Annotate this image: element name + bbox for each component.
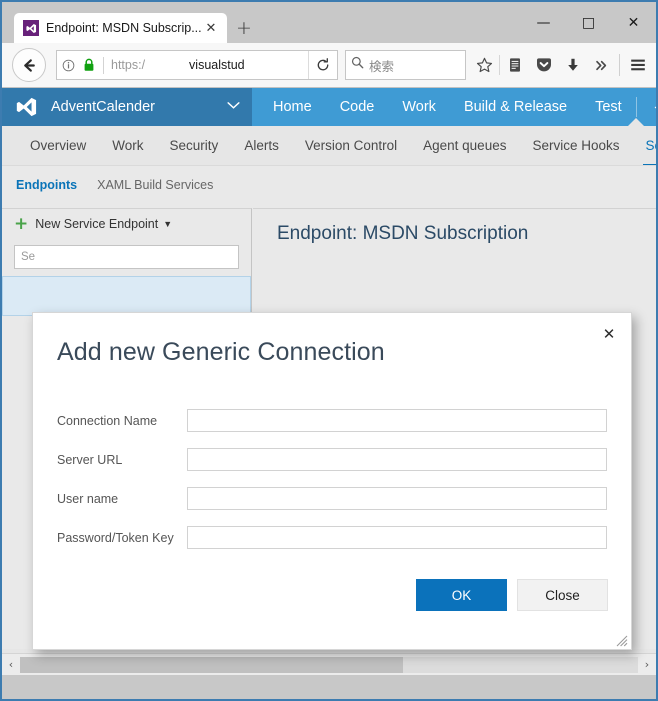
user-name-label: User name	[57, 491, 119, 506]
dialog-form: Connection Name Server URL User name Pas…	[57, 409, 607, 565]
form-row-user-name: User name	[57, 487, 607, 510]
url-bar[interactable]: https:/ visualstud	[56, 50, 338, 80]
browser-tab[interactable]: Endpoint: MSDN Subscrip... ✕	[14, 13, 227, 43]
vsts-admin-subnav: Overview Work Security Alerts Version Co…	[2, 126, 656, 166]
url-separator	[103, 56, 104, 74]
user-name-field[interactable]	[187, 487, 607, 510]
subnav-item-agent-queues[interactable]: Agent queues	[410, 126, 519, 165]
subnav-item-service-hooks[interactable]: Service Hooks	[519, 126, 632, 165]
endpoint-detail-heading: Endpoint: MSDN Subscription	[277, 223, 529, 244]
subnav-item-security[interactable]: Security	[157, 126, 232, 165]
scrollbar-thumb[interactable]	[20, 656, 404, 673]
info-icon[interactable]	[57, 59, 79, 72]
new-service-endpoint-button[interactable]: + New Service Endpoint ▼	[2, 209, 251, 238]
padlock-icon	[79, 58, 99, 72]
new-tab-button[interactable]: +	[227, 13, 261, 43]
reload-icon	[317, 58, 329, 71]
chevron-down-icon[interactable]	[227, 101, 240, 113]
search-icon	[351, 56, 364, 74]
browser-tab-title: Endpoint: MSDN Subscrip...	[46, 21, 201, 35]
reading-list-icon[interactable]	[500, 48, 529, 82]
server-url-label: Server URL	[57, 452, 123, 467]
downloads-icon[interactable]	[558, 48, 587, 82]
window-minimize-button[interactable]: —	[521, 2, 566, 43]
visual-studio-logo-icon	[16, 96, 40, 118]
hamburger-menu-icon[interactable]	[623, 48, 652, 82]
connection-name-field[interactable]	[187, 409, 607, 432]
dialog-close-icon[interactable]: ✕	[596, 321, 622, 347]
vsts-menu: Home Code Work Build & Release Test	[252, 88, 636, 126]
overflow-chevrons-icon[interactable]	[587, 48, 616, 82]
form-row-password-token-key: Password/Token Key	[57, 526, 607, 549]
plus-icon: +	[14, 214, 29, 234]
password-token-key-label: Password/Token Key	[57, 530, 174, 545]
gear-icon[interactable]	[651, 98, 656, 117]
nav-item-code[interactable]: Code	[326, 88, 389, 126]
search-input[interactable]: 検索	[369, 56, 394, 75]
endpoint-search-input[interactable]: Se	[14, 245, 239, 269]
nav-item-build-release[interactable]: Build & Release	[450, 88, 581, 126]
chevron-down-icon: ▼	[163, 219, 173, 229]
window-close-button[interactable]: ✕	[611, 2, 656, 43]
back-button[interactable]	[12, 48, 46, 82]
toolbar-divider	[619, 54, 620, 76]
browser-toolbar-icons	[470, 48, 652, 82]
add-generic-connection-dialog: ✕ Add new Generic Connection Connection …	[32, 312, 632, 650]
page-content: AdventCalender Home Code Work Build & Re…	[2, 88, 656, 675]
window-maximize-button[interactable]: □	[566, 2, 611, 43]
vsts-top-navigation: AdventCalender Home Code Work Build & Re…	[2, 88, 656, 127]
reload-button[interactable]	[308, 51, 337, 79]
new-service-endpoint-label: New Service Endpoint	[35, 217, 159, 231]
browser-window: Endpoint: MSDN Subscrip... ✕ + — □ ✕ htt…	[0, 0, 658, 701]
dialog-button-bar: OK Close	[416, 579, 608, 611]
form-row-server-url: Server URL	[57, 448, 607, 471]
subnav-item-work[interactable]: Work	[99, 126, 156, 165]
url-host-text: visualstud	[189, 58, 245, 72]
tab-close-icon[interactable]: ✕	[201, 18, 221, 38]
subnav-item-alerts[interactable]: Alerts	[231, 126, 292, 165]
visual-studio-favicon-icon	[23, 20, 39, 36]
form-row-connection-name: Connection Name	[57, 409, 607, 432]
back-arrow-icon	[23, 58, 35, 72]
project-selector[interactable]: AdventCalender	[2, 88, 252, 126]
nav-item-home[interactable]: Home	[259, 88, 326, 126]
subnav-item-overview[interactable]: Overview	[17, 126, 99, 165]
browser-tabstrip: Endpoint: MSDN Subscrip... ✕ +	[14, 13, 261, 43]
scroll-right-arrow-icon[interactable]: ›	[638, 654, 656, 676]
window-controls: — □ ✕	[521, 2, 656, 43]
horizontal-scrollbar[interactable]: ‹ ›	[2, 653, 656, 675]
connection-name-label: Connection Name	[57, 413, 158, 428]
server-url-field[interactable]	[187, 448, 607, 471]
pocket-icon[interactable]	[529, 48, 558, 82]
browser-navigation-toolbar: https:/ visualstud 検索	[2, 43, 656, 88]
browser-titlebar: Endpoint: MSDN Subscrip... ✕ + — □ ✕	[2, 2, 656, 43]
subnav-item-version-control[interactable]: Version Control	[292, 126, 410, 165]
endpoint-list-item[interactable]	[2, 276, 251, 316]
pivot-endpoints[interactable]: Endpoints	[16, 178, 77, 192]
subnav-item-services[interactable]: Service	[633, 126, 656, 165]
scroll-left-arrow-icon[interactable]: ‹	[2, 654, 20, 676]
endpoint-search-placeholder: Se	[21, 251, 36, 263]
scrollbar-track[interactable]	[20, 656, 638, 673]
dialog-title: Add new Generic Connection	[57, 338, 385, 366]
nav-item-work[interactable]: Work	[388, 88, 450, 126]
url-scheme-text: https:/	[111, 58, 146, 72]
password-token-key-field[interactable]	[187, 526, 607, 549]
search-bar[interactable]: 検索	[345, 50, 466, 80]
bookmark-star-icon[interactable]	[470, 48, 499, 82]
ok-button[interactable]: OK	[416, 579, 507, 611]
close-button[interactable]: Close	[517, 579, 608, 611]
pivot-xaml-build-services[interactable]: XAML Build Services	[97, 178, 213, 192]
project-name-label: AdventCalender	[51, 99, 155, 115]
resize-grip-icon[interactable]	[616, 634, 628, 647]
endpoints-pivot-bar: Endpoints XAML Build Services	[2, 166, 656, 202]
nav-divider	[635, 97, 637, 117]
